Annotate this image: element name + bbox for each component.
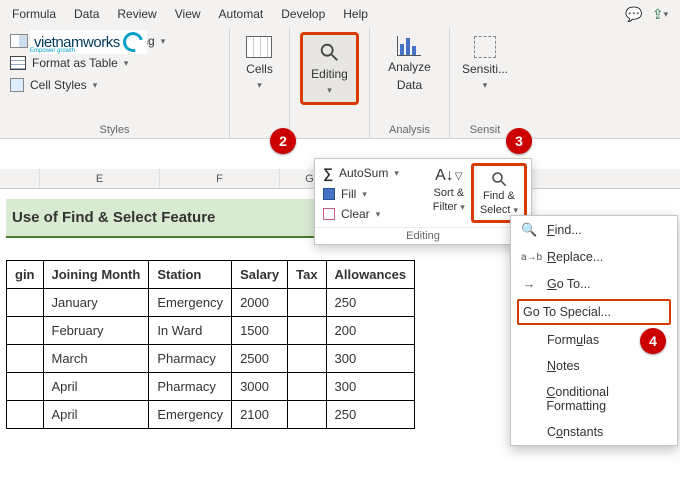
search-icon: 🔍 (521, 222, 537, 238)
tab-help[interactable]: Help (335, 3, 376, 25)
tab-develop[interactable]: Develop (273, 3, 333, 25)
sensitivity-group: Sensiti... ▾ Sensit (450, 28, 520, 138)
logo-tagline: Empower growth (30, 48, 75, 54)
analyze-label-1: Analyze (388, 60, 431, 74)
editing-label: Editing (311, 67, 348, 81)
tab-view[interactable]: View (167, 3, 209, 25)
tab-data[interactable]: Data (66, 3, 107, 25)
comments-icon[interactable]: 💬 (626, 6, 642, 22)
sort-filter-icon: A↓▽ (435, 167, 462, 185)
cell-styles-icon (10, 78, 24, 92)
styles-group-label: Styles (6, 122, 223, 136)
cell-styles-label: Cell Styles (30, 78, 87, 92)
step-badge-2: 2 (270, 128, 296, 154)
ribbon-tabs: Formula Data Review View Automat Develop… (0, 0, 680, 28)
sigma-icon: ∑ (323, 165, 333, 181)
table-row: FebruaryIn Ward1500200 (7, 317, 415, 345)
eraser-icon (323, 208, 335, 220)
replace-icon: a→b (521, 252, 537, 263)
fill-icon (323, 188, 335, 200)
clear-button[interactable]: Clear ▾ (319, 205, 423, 223)
menu-conditional-formatting[interactable]: Conditional Formatting (511, 379, 677, 419)
header-gin[interactable]: gin (7, 261, 44, 289)
cells-label: Cells (246, 62, 273, 76)
analyze-data-button[interactable]: Analyze Data (384, 32, 435, 96)
editing-dropdown: ∑AutoSum ▾ Fill ▾ Clear ▾ A↓▽ Sort & Fil… (314, 158, 532, 245)
editing-dropdown-label: Editing (315, 227, 531, 244)
data-table: gin Joining Month Station Salary Tax All… (6, 260, 415, 429)
step-badge-4: 4 (640, 328, 666, 354)
menu-replace[interactable]: a→bReplace... (511, 244, 677, 270)
conditional-formatting-icon (10, 34, 28, 48)
logo-circle-icon (119, 28, 146, 55)
cells-group: Cells ▾ (230, 28, 290, 138)
table-row: AprilPharmacy3000300 (7, 373, 415, 401)
sensitivity-label: Sensiti... (462, 62, 508, 76)
cells-icon (246, 36, 272, 58)
format-as-table-label: Format as Table (32, 56, 118, 70)
menu-notes[interactable]: Notes (511, 353, 677, 379)
search-icon (318, 41, 340, 63)
menu-find[interactable]: 🔍Find... (511, 216, 677, 244)
analysis-group-label: Analysis (389, 122, 430, 136)
arrow-right-icon: → (521, 276, 537, 291)
chart-icon (397, 36, 421, 56)
table-row: MarchPharmacy2500300 (7, 345, 415, 373)
cell-styles-button[interactable]: Cell Styles▾ (6, 76, 223, 94)
fill-button[interactable]: Fill ▾ (319, 185, 423, 203)
cells-button[interactable]: Cells ▾ (242, 32, 277, 95)
search-icon (490, 170, 508, 188)
sensitivity-button[interactable]: Sensiti... ▾ (458, 32, 512, 95)
header-allowances[interactable]: Allowances (326, 261, 415, 289)
sensitivity-icon (474, 36, 496, 58)
table-header-row: gin Joining Month Station Salary Tax All… (7, 261, 415, 289)
sensitivity-group-label: Sensit (470, 122, 501, 136)
col-e[interactable]: E (40, 169, 160, 188)
menu-goto-special[interactable]: Go To Special... (517, 299, 671, 325)
ribbon: Formula Data Review View Automat Develop… (0, 0, 680, 139)
header-salary[interactable]: Salary (232, 261, 288, 289)
table-row: JanuaryEmergency2000250 (7, 289, 415, 317)
step-badge-3: 3 (506, 128, 532, 154)
analyze-label-2: Data (397, 78, 422, 92)
table-row: AprilEmergency2100250 (7, 401, 415, 429)
col-f[interactable]: F (160, 169, 280, 188)
vietnamworks-logo: vietnamworks Empower growth (30, 30, 147, 54)
find-select-button[interactable]: Find & Select ▾ (471, 163, 527, 223)
tab-formula[interactable]: Formula (4, 3, 64, 25)
editing-button[interactable]: Editing ▾ (300, 32, 359, 105)
header-tax[interactable]: Tax (288, 261, 326, 289)
sort-filter-button[interactable]: A↓▽ Sort & Filter ▾ (427, 163, 471, 223)
tab-automat[interactable]: Automat (211, 3, 272, 25)
analysis-group: Analyze Data Analysis (370, 28, 450, 138)
tab-review[interactable]: Review (109, 3, 164, 25)
editing-group: Editing ▾ (290, 28, 370, 138)
format-as-table-button[interactable]: Format as Table▾ (6, 54, 223, 72)
header-station[interactable]: Station (149, 261, 232, 289)
menu-goto[interactable]: →Go To... (511, 270, 677, 297)
menu-constants[interactable]: Constants (511, 419, 677, 445)
autosum-button[interactable]: ∑AutoSum ▾ (319, 163, 423, 183)
format-as-table-icon (10, 56, 26, 70)
share-icon[interactable]: ⇪▾ (652, 6, 668, 22)
header-joining-month[interactable]: Joining Month (43, 261, 149, 289)
